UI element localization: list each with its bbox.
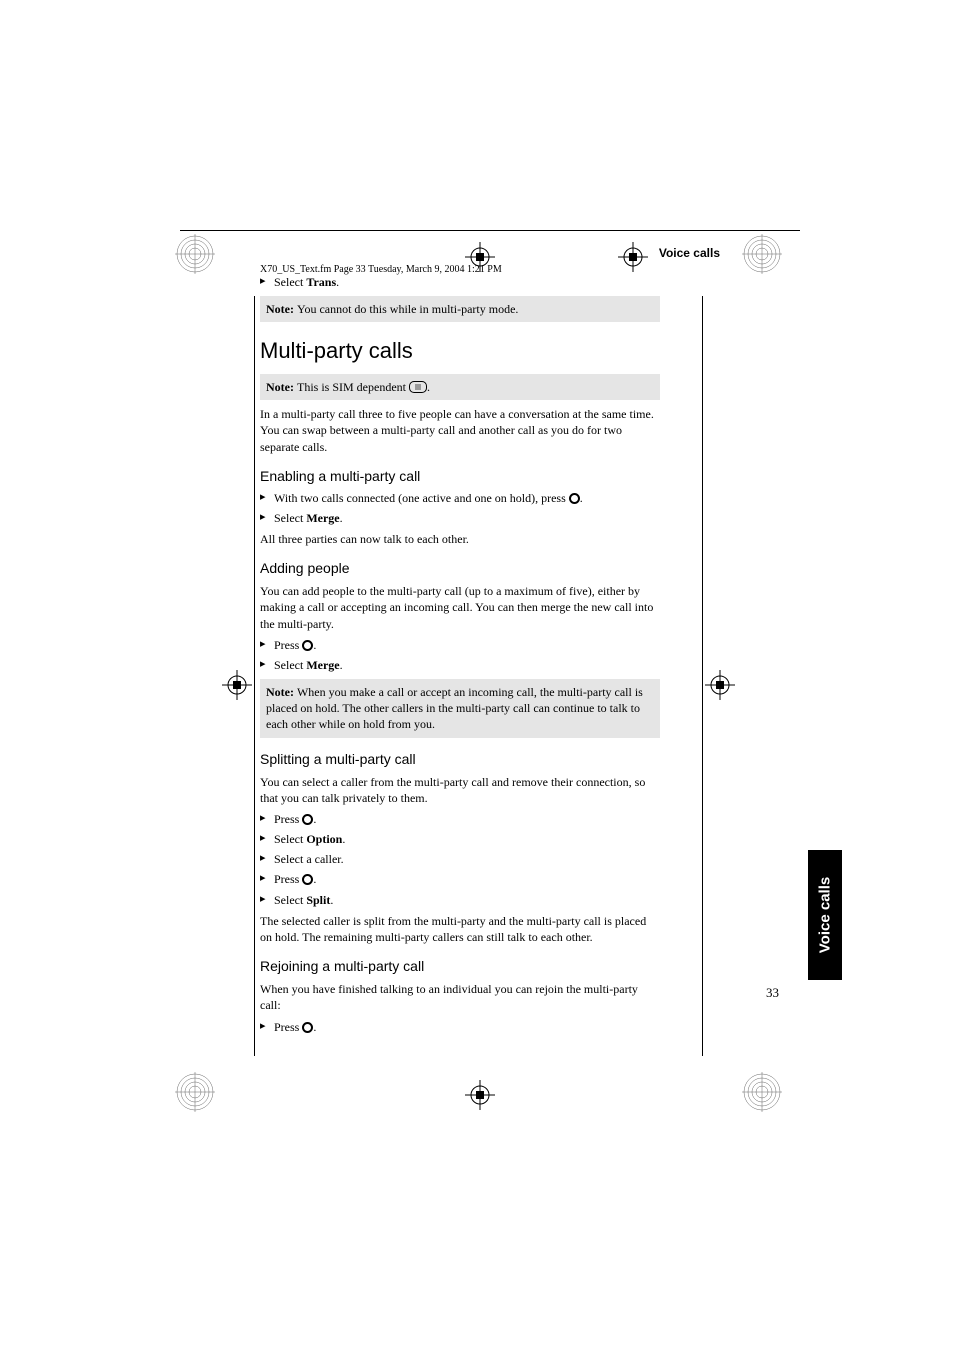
nav-key-icon — [302, 640, 313, 651]
list-item: Select Option. — [260, 831, 660, 847]
nav-key-icon — [302, 814, 313, 825]
paragraph: The selected caller is split from the mu… — [260, 913, 660, 945]
list-item: Select Trans. — [260, 274, 660, 290]
paragraph: When you have finished talking to an ind… — [260, 981, 660, 1013]
heading-adding: Adding people — [260, 559, 660, 578]
list-item: Select Split. — [260, 892, 660, 908]
heading-splitting: Splitting a multi-party call — [260, 750, 660, 769]
registration-mark-icon — [175, 1072, 215, 1112]
page-number: 33 — [766, 985, 779, 1001]
nav-key-icon — [302, 874, 313, 885]
heading-multi-party: Multi-party calls — [260, 336, 660, 366]
list-item: Select Merge. — [260, 657, 660, 673]
crosshair-icon — [465, 1080, 495, 1110]
list-item: Press . — [260, 871, 660, 887]
sim-icon — [409, 381, 427, 393]
page-content: Voice calls Select Trans. Note: You cann… — [180, 230, 800, 1039]
note-box: Note: This is SIM dependent . — [260, 374, 660, 400]
nav-key-icon — [569, 493, 580, 504]
list-item: Press . — [260, 1019, 660, 1035]
paragraph: All three parties can now talk to each o… — [260, 531, 660, 547]
heading-rejoining: Rejoining a multi-party call — [260, 957, 660, 976]
nav-key-icon — [302, 1022, 313, 1033]
section-tab: Voice calls — [808, 850, 842, 980]
paragraph: In a multi-party call three to five peop… — [260, 406, 660, 455]
list-item: Press . — [260, 637, 660, 653]
note-box: Note: When you make a call or accept an … — [260, 679, 660, 738]
paragraph: You can select a caller from the multi-p… — [260, 774, 660, 806]
list-item: Select a caller. — [260, 851, 660, 867]
paragraph: You can add people to the multi-party ca… — [260, 583, 660, 632]
list-item: Select Merge. — [260, 510, 660, 526]
list-item: With two calls connected (one active and… — [260, 490, 660, 506]
list-item: Press . — [260, 811, 660, 827]
registration-mark-icon — [742, 1072, 782, 1112]
heading-enabling: Enabling a multi-party call — [260, 467, 660, 486]
page-header-title: Voice calls — [180, 246, 720, 260]
note-box: Note: You cannot do this while in multi-… — [260, 296, 660, 322]
